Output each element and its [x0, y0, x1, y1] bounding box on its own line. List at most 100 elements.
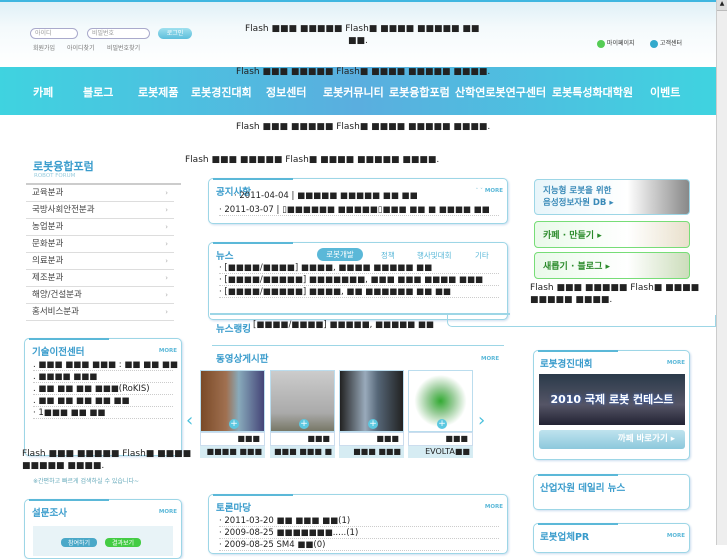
plus-icon[interactable]: +: [299, 419, 309, 429]
prev-arrow-icon[interactable]: ‹: [186, 410, 193, 431]
sidebar-item[interactable]: 교육분과 ›: [26, 185, 174, 202]
list-item[interactable]: · 2009-08-25 ■■■■■■■.....(1): [219, 527, 499, 539]
video-thumbnail[interactable]: +: [200, 370, 265, 432]
list-item[interactable]: · [■■■■/■■■■] ■■■■, ■■■■ ■■■■■ ■■: [219, 262, 499, 274]
blog-banner[interactable]: 새롭기 · 블로그 ▸: [534, 252, 690, 279]
tab-robot-dev[interactable]: 로봇개발: [317, 248, 363, 261]
list-item[interactable]: . ■■■ ■■■ ■■■ : ■■ ■■ ■■: [33, 359, 178, 371]
nav-forum[interactable]: 로봇융합포럼: [389, 84, 450, 100]
plus-icon[interactable]: +: [229, 419, 239, 429]
list-item[interactable]: . ■■ ■■ ■■ ■■ ■■: [33, 395, 173, 407]
scroll-up-icon[interactable]: ▲: [717, 0, 727, 11]
login-button[interactable]: 로그인: [158, 28, 192, 39]
list-item[interactable]: · 2009-08-25 SM4 ■■(0): [219, 539, 499, 551]
video-caption: ■■■■ ■■■: [200, 446, 265, 458]
nav-blog[interactable]: 블로그: [83, 84, 113, 100]
sidebar-item[interactable]: 해양/건설분과 ›: [26, 287, 174, 304]
tab-events[interactable]: 행사및대회: [417, 250, 452, 261]
plus-icon[interactable]: +: [368, 419, 378, 429]
sidebar-item[interactable]: 문화분과 ›: [26, 236, 174, 253]
daily-news-panel: 산업자원 데일리 뉴스: [533, 474, 690, 510]
flash-notice: ■■■■■ ■■■■.: [530, 295, 613, 305]
id-input[interactable]: 아이디: [30, 28, 78, 39]
nav-cafe[interactable]: 카페: [33, 84, 53, 100]
ranking-item[interactable]: [■■■■/■■■■] ■■■■■, ■■■■■ ■■: [253, 320, 434, 330]
nav-research[interactable]: 산학연로봇연구센터: [455, 84, 546, 100]
sidebar-item[interactable]: 홈서비스분과 ›: [26, 304, 174, 321]
contest-banner[interactable]: 2010 국제 로봇 컨테스트: [539, 374, 685, 425]
tech-transfer-panel: 기술이전센터 MORE . ■■■ ■■■ ■■■ : ■■ ■■ ■■ . ■…: [24, 338, 182, 456]
video-thumbnail[interactable]: +: [270, 370, 335, 432]
survey-result-button[interactable]: 결과보기: [105, 538, 141, 547]
next-arrow-icon[interactable]: ›: [478, 410, 485, 431]
sidebar-subtitle: ROBOT FORUM: [34, 173, 76, 179]
video-caption: ■■■ ■■■ ■: [270, 446, 335, 458]
signup-link[interactable]: 회원가입: [33, 43, 55, 52]
sidebar-item[interactable]: 제조분과 ›: [26, 270, 174, 287]
video-item[interactable]: + ■■■ ■■■■ ■■■: [200, 370, 265, 458]
survey-panel: 설문조사 MORE 참여하기 결과보기: [24, 499, 182, 559]
pr-panel: 로봇업체PR MORE: [533, 523, 690, 553]
debate-panel: 토론마당 MORE · 2011-03-20 ■■ ■■■ ■■(1) · 20…: [208, 494, 508, 554]
vertical-scrollbar[interactable]: ▲: [716, 0, 727, 545]
flash-frame: [447, 315, 716, 327]
more-link[interactable]: ˄ ˅ MORE: [476, 188, 504, 194]
support-label: 고객센터: [659, 40, 683, 47]
panel-title: 로봇업체PR: [540, 532, 590, 543]
up-down-arrows-icon[interactable]: ˄ ˅: [476, 188, 485, 194]
more-link[interactable]: MORE: [159, 509, 177, 515]
support-link[interactable]: 고객센터: [650, 38, 682, 48]
password-input[interactable]: 비밀번호: [87, 28, 150, 39]
flash-notice: ■■■■■ ■■■■.: [22, 461, 105, 471]
sidebar-title: 로봇융합포럼: [33, 160, 94, 173]
list-item[interactable]: · [■■■■/■■■■■] ■■■■■■■, ■■■ ■■■ ■■■■ ■■■: [219, 274, 499, 286]
list-item[interactable]: · [■■■■/■■■■■] ■■■■, ■■ ■■■■■■ ■■ ■■: [219, 286, 499, 298]
video-caption: ■■■: [270, 432, 335, 446]
list-item[interactable]: · 1■■■ ■■ ■■: [33, 407, 173, 419]
voice-db-banner[interactable]: 지능형 로봇을 위한 음성정보자원 DB ▸: [534, 179, 690, 215]
search-note: ※간편하고 빠르게 검색하실 수 있습니다~: [33, 478, 140, 485]
list-item[interactable]: · 2011-04-04 | ■■■■■ ■■■■■ ■■ ■■: [234, 190, 418, 202]
nav-community[interactable]: 로봇커뮤니티: [323, 84, 384, 100]
more-link[interactable]: MORE: [159, 348, 177, 354]
video-thumbnail[interactable]: +: [339, 370, 404, 432]
sidebar-item[interactable]: 의료분과 ›: [26, 253, 174, 270]
video-thumbnail[interactable]: +: [408, 370, 473, 432]
sidebar-item[interactable]: 농업분과 ›: [26, 219, 174, 236]
tab-etc[interactable]: 기타: [475, 250, 489, 261]
video-caption: ■■■ ■■■: [339, 446, 404, 458]
mypage-link[interactable]: 마이페이지: [597, 38, 635, 48]
contest-panel: 로봇경진대회 MORE 2010 국제 로봇 컨테스트 까페 바로가기 ▸: [533, 350, 690, 460]
nav-products[interactable]: 로봇제품: [138, 84, 178, 100]
more-link[interactable]: MORE: [485, 504, 503, 510]
video-title: 동영상게시판: [216, 354, 269, 365]
panel-title: 기술이전센터: [32, 347, 85, 358]
nav-event[interactable]: 이벤트: [650, 84, 680, 100]
video-item[interactable]: + ■■■ ■■■ ■■■: [339, 370, 404, 458]
support-icon: [650, 39, 658, 48]
list-item[interactable]: . ■■■■ ■■■: [33, 371, 173, 383]
survey-join-button[interactable]: 참여하기: [61, 538, 97, 547]
sidebar-item[interactable]: 국방사회안전분과 ›: [26, 202, 174, 219]
list-item[interactable]: · 2011-03-07 | ▯■■■■■■ ■■■■■▯■■■ ■■ ■ ■■…: [219, 204, 499, 216]
nav-contest[interactable]: 로봇경진대회: [191, 84, 252, 100]
nav-graduate[interactable]: 로봇특성화대학원: [552, 84, 633, 100]
more-link[interactable]: MORE: [481, 356, 499, 362]
video-item[interactable]: + ■■■ ■■■ ■■■ ■: [270, 370, 335, 458]
more-link[interactable]: MORE: [667, 533, 685, 539]
cafe-banner[interactable]: 카페 · 만들기 ▸: [534, 221, 690, 248]
cafe-go-button[interactable]: 까페 바로가기 ▸: [539, 430, 685, 449]
find-id-link[interactable]: 아이디찾기: [67, 43, 95, 52]
video-item[interactable]: + ■■■ EVOLTA■■: [408, 370, 473, 458]
find-password-link[interactable]: 비밀번호찾기: [107, 43, 140, 52]
nav-info[interactable]: 정보센터: [266, 84, 306, 100]
list-item[interactable]: · 2011-03-20 ■■ ■■■ ■■(1): [219, 515, 499, 527]
video-caption: ■■■: [200, 432, 265, 446]
flash-notice: Flash ■■■ ■■■■■ Flash■ ■■■■ ■■■■■ ■■■■.: [236, 67, 491, 77]
video-caption: EVOLTA■■: [408, 446, 473, 458]
more-link[interactable]: MORE: [667, 360, 685, 366]
plus-icon[interactable]: +: [437, 419, 447, 429]
flash-notice: ■■.: [348, 36, 368, 46]
list-item[interactable]: . ■■ ■■ ■■ ■■■(RoKIS): [33, 383, 173, 395]
tab-policy[interactable]: 정책: [381, 250, 395, 261]
